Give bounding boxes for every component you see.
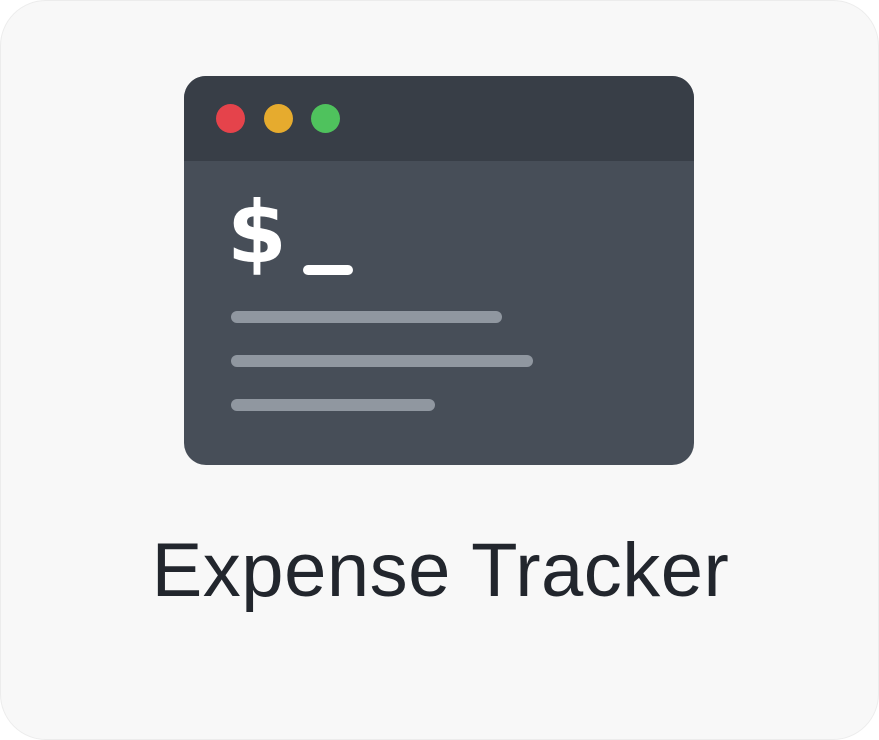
maximize-dot-icon xyxy=(311,104,340,133)
terminal-window-icon: $ xyxy=(184,76,694,465)
cursor-icon xyxy=(303,265,353,275)
text-line-placeholder xyxy=(231,311,502,323)
app-title: Expense Tracker xyxy=(151,528,730,613)
terminal-title-bar xyxy=(184,76,694,161)
text-line-placeholder xyxy=(231,399,435,411)
close-dot-icon xyxy=(216,104,245,133)
text-line-placeholder xyxy=(231,355,533,367)
minimize-dot-icon xyxy=(264,104,293,133)
dollar-prompt-symbol: $ xyxy=(227,183,287,283)
app-card: $ Expense Tracker xyxy=(0,0,879,740)
